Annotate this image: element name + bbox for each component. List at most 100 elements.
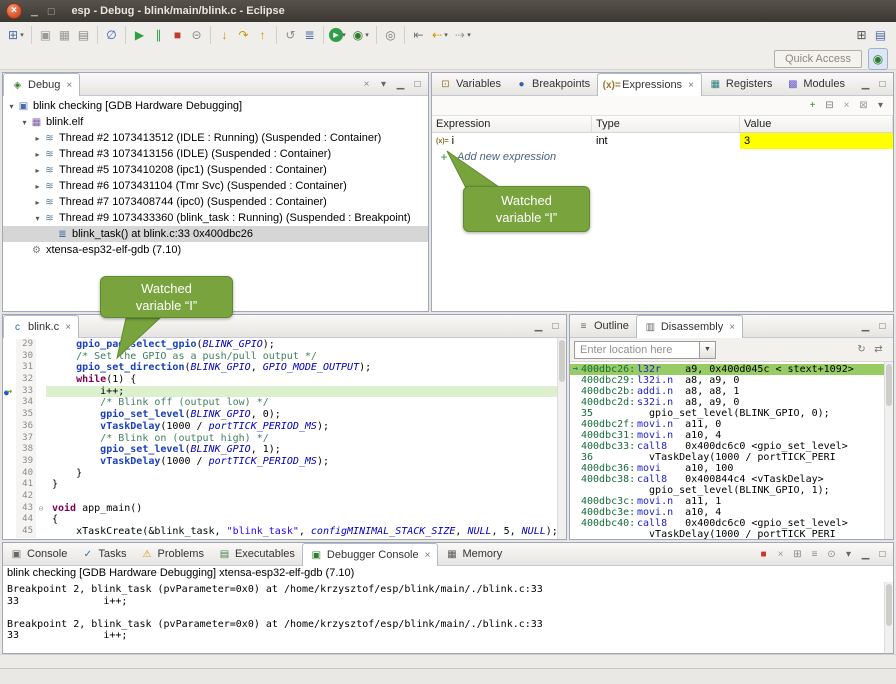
run-icon[interactable]: ▶▾ [328,24,349,46]
expander-icon[interactable]: ▾ [19,118,30,127]
drop-to-frame-icon[interactable]: ↺ [281,24,300,46]
expander-icon[interactable]: ▾ [32,214,43,223]
close-window-button[interactable]: × [6,3,22,19]
resume-icon[interactable]: ▶ [130,24,149,46]
disassembly-line[interactable]: →400dbc26:l32r a9, 0x400d045c < stext+10… [570,364,893,375]
scroll-lock-icon[interactable]: ≡ [806,546,823,563]
expander-icon[interactable]: ▸ [32,182,43,191]
location-input[interactable]: Enter location here [574,341,700,359]
disassembly-line[interactable]: 400dbc3e:movi.n a10, 4 [570,507,893,518]
disassembly-line[interactable]: 400dbc2d:s32i.n a8, a9, 0 [570,397,893,408]
column-header-expression[interactable]: Expression [432,116,592,132]
location-dropdown-icon[interactable]: ▼ [700,341,716,359]
add-expression-icon[interactable]: + [804,97,821,114]
expander-icon[interactable]: ▸ [32,134,43,143]
minimize-icon[interactable]: ▁ [857,546,874,563]
debug-tree-item[interactable]: ▾≋Thread #9 1073433360 (blink_task : Run… [3,210,428,226]
debug-tree-item[interactable]: ▾▣blink checking [GDB Hardware Debugging… [3,98,428,114]
disassembly-scrollbar[interactable] [884,362,893,539]
editor-line[interactable]: 31 gpio_set_direction(BLINK_GPIO, GPIO_M… [3,362,566,374]
debug-tree-item[interactable]: ▸≋Thread #5 1073410208 (ipc1) (Suspended… [3,162,428,178]
forward-icon[interactable]: ⇢▾ [451,24,474,46]
remove-launch-icon[interactable]: × [772,546,789,563]
editor-line[interactable]: ●→33 i++; [3,386,566,398]
close-tab-icon[interactable]: × [66,80,72,91]
maximize-icon[interactable]: □ [874,318,891,335]
editor-line[interactable]: 30 /* Set the GPIO as a push/pull output… [3,351,566,363]
debug-tree-item[interactable]: ▸≋Thread #7 1073408744 (ipc0) (Suspended… [3,194,428,210]
search-icon[interactable]: ◎ [381,24,400,46]
tab-outline[interactable]: ≡Outline [570,315,636,337]
tab-console[interactable]: ▣Console [3,543,74,565]
debug-tree-item[interactable]: ▸≋Thread #6 1073431104 (Tmr Svc) (Suspen… [3,178,428,194]
disassembly-line[interactable]: 400dbc2f:movi.n a11, 0 [570,419,893,430]
disassembly-line[interactable]: 400dbc38:call8 0x400844c4 <vTaskDelay> [570,474,893,485]
scrollbar-thumb[interactable] [886,584,892,626]
editor-line[interactable]: 40 } [3,468,566,480]
editor-line[interactable]: 39 vTaskDelay(1000 / portTICK_PERIOD_MS)… [3,456,566,468]
editor-line[interactable]: 32 while(1) { [3,374,566,386]
disassembly-line[interactable]: 400dbc29:l32i.n a8, a9, 0 [570,375,893,386]
disassembly-line[interactable]: 400dbc2b:addi.n a8, a8, 1 [570,386,893,397]
tab-expressions[interactable]: (x)=Expressions× [597,73,702,96]
tab-registers[interactable]: ▦Registers [702,73,779,95]
view-menu-icon[interactable]: ▾ [872,97,889,114]
new-wizard-icon[interactable]: ⊞▾ [4,24,27,46]
save-icon[interactable]: ▣ [36,24,55,46]
step-return-icon[interactable]: ↑ [253,24,272,46]
console-scrollbar[interactable] [884,582,893,653]
fold-marker[interactable]: ⊖ [36,503,46,515]
open-perspective-icon[interactable]: ⊞ [852,24,871,46]
step-over-icon[interactable]: ↷ [234,24,253,46]
disassembly-line[interactable]: 400dbc40:call8 0x400dc6c0 <gpio_set_leve… [570,518,893,529]
editor-scrollbar[interactable] [557,338,566,539]
tab-variables[interactable]: ⊡Variables [432,73,508,95]
tab-modules[interactable]: ▩Modules [779,73,852,95]
cpp-perspective-icon[interactable]: ▤ [871,24,890,46]
editor-line[interactable]: 35 gpio_set_level(BLINK_GPIO, 0); [3,409,566,421]
expander-icon[interactable]: ▾ [6,102,17,111]
save-all-icon[interactable]: ▦ [55,24,74,46]
disassembly-line[interactable]: vTaskDelay(1000 / portTICK_PERI [570,529,893,539]
editor-line[interactable]: 44{ [3,514,566,526]
debug-tree-item[interactable]: ▾▦blink.elf [3,114,428,130]
minimize-icon[interactable]: ▁ [530,318,547,335]
disassembly-line[interactable]: 36 vTaskDelay(1000 / portTICK_PERI [570,452,893,463]
debug-tree-item[interactable]: ⚙xtensa-esp32-elf-gdb (7.10) [3,242,428,258]
editor-line[interactable]: 43⊖void app_main() [3,503,566,515]
tab-problems[interactable]: ⚠Problems [133,543,210,565]
display-selected-console-icon[interactable]: ▾ [840,546,857,563]
remove-all-icon[interactable]: ⊠ [855,97,872,114]
tab-breakpoints[interactable]: ●Breakpoints [508,73,597,95]
remove-icon[interactable]: × [838,97,855,114]
disassembly-line[interactable]: 35 gpio_set_level(BLINK_GPIO, 0); [570,408,893,419]
debug-icon[interactable]: ◉▾ [349,24,372,46]
close-tab-icon[interactable]: × [729,322,735,333]
tab-executables[interactable]: ▤Executables [211,543,302,565]
close-tab-icon[interactable]: × [688,80,694,91]
column-header-value[interactable]: Value [740,116,893,132]
tab-debug[interactable]: ◈Debug× [3,73,80,96]
scrollbar-thumb[interactable] [886,364,892,406]
quick-access-button[interactable]: Quick Access [774,50,862,68]
disconnect-icon[interactable]: ⊝ [187,24,206,46]
skip-all-breakpoints-icon[interactable]: ∅ [102,24,121,46]
debug-tree-item[interactable]: ≣blink_task() at blink.c:33 0x400dbc26 [3,226,428,242]
last-edit-location-icon[interactable]: ⇤ [409,24,428,46]
maximize-icon[interactable]: □ [874,76,891,93]
close-tab-icon[interactable]: × [425,550,431,561]
editor-line[interactable]: 36 vTaskDelay(1000 / portTICK_PERIOD_MS)… [3,421,566,433]
close-tab-icon[interactable]: × [65,322,71,333]
expander-icon[interactable]: ▸ [32,198,43,207]
remove-all-terminated-icon[interactable]: × [358,76,375,93]
pin-console-icon[interactable]: ⊙ [823,546,840,563]
editor-line[interactable]: 45 xTaskCreate(&blink_task, "blink_task"… [3,526,566,538]
editor-line[interactable]: 37 /* Blink on (output high) */ [3,433,566,445]
link-with-active-debug-context-icon[interactable]: ⇄ [870,341,887,358]
suspend-icon[interactable]: ∥ [149,24,168,46]
editor-line[interactable]: 38 gpio_set_level(BLINK_GPIO, 1); [3,444,566,456]
tab-memory[interactable]: ▦Memory [438,543,509,565]
maximize-window-button[interactable]: ▢ [47,6,56,17]
minimize-window-button[interactable]: ▁ [31,6,38,17]
minimize-icon[interactable]: ▁ [857,318,874,335]
